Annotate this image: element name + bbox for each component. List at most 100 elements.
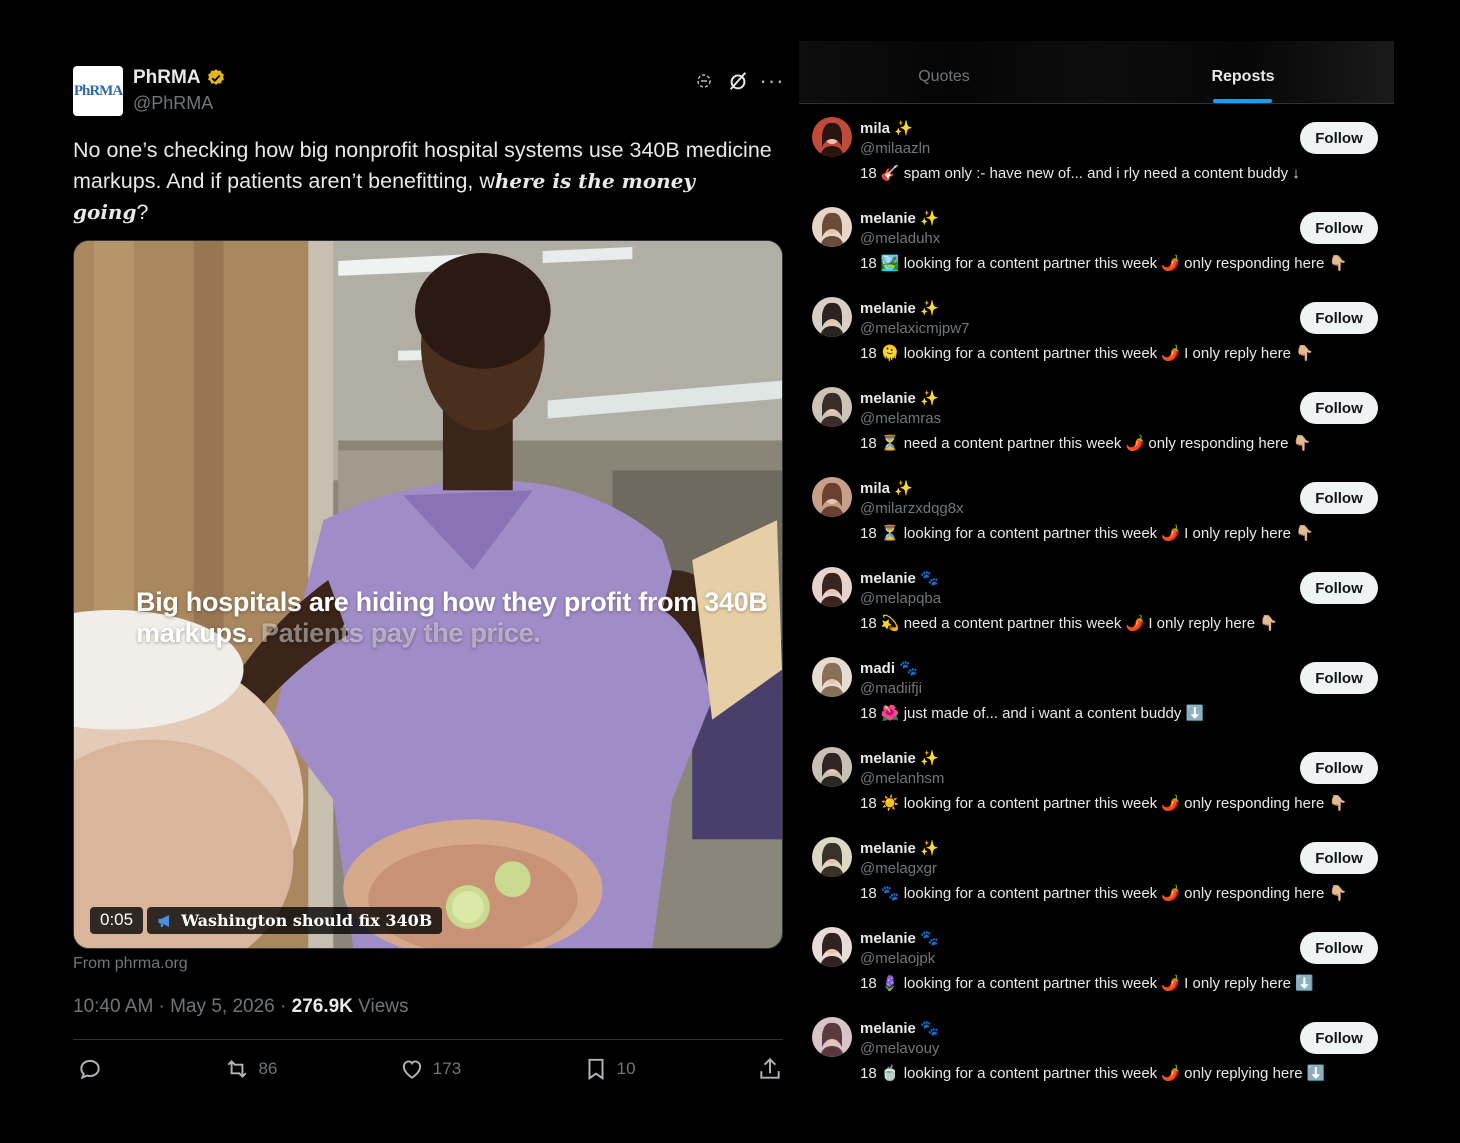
author-name-row[interactable]: PhRMA — [133, 67, 226, 89]
user-display-name[interactable]: melanie ✨ — [860, 839, 939, 857]
tab-reposts[interactable]: Reposts — [1093, 68, 1393, 86]
user-avatar[interactable] — [812, 1017, 852, 1057]
grok-slash-icon[interactable] — [727, 70, 749, 92]
user-avatar[interactable] — [812, 117, 852, 157]
user-handle[interactable]: @milaazln — [860, 140, 930, 157]
user-bio: 18 ☀️ looking for a content partner this… — [860, 795, 1348, 812]
follow-button[interactable]: Follow — [1300, 932, 1378, 964]
user-avatar[interactable] — [812, 927, 852, 967]
views-count: 276.9K — [291, 996, 353, 1017]
tab-quotes[interactable]: Quotes — [794, 68, 1094, 86]
user-row[interactable]: melanie ✨ @melamras 18 ⏳ need a content pa… — [799, 387, 1394, 477]
tweet-text: No one’s checking how big nonprofit hosp… — [73, 135, 773, 228]
user-handle[interactable]: @madiifji — [860, 680, 922, 697]
follow-button[interactable]: Follow — [1300, 482, 1378, 514]
user-avatar[interactable] — [812, 297, 852, 337]
tweet-timestamp[interactable]: 10:40 AM · May 5, 2026 · — [73, 996, 292, 1017]
author-handle[interactable]: @PhRMA — [133, 93, 213, 114]
user-bio: 18 ⏳ looking for a content partner this … — [860, 525, 1314, 542]
user-display-name[interactable]: melanie 🐾 — [860, 929, 939, 947]
follow-button[interactable]: Follow — [1300, 122, 1378, 154]
user-row[interactable]: melanie 🐾 @melapqba 18 💫 need a content pa… — [799, 567, 1394, 657]
user-row[interactable]: mila ✨ @milaazln 18 🎸 spam only :- have ne… — [799, 117, 1394, 207]
user-bio: 18 🏞️ looking for a content partner this… — [860, 255, 1348, 272]
video-timestamp: 0:05 — [90, 907, 144, 934]
follow-button[interactable]: Follow — [1300, 392, 1378, 424]
user-handle[interactable]: @melamras — [860, 410, 941, 427]
repost-icon — [228, 1060, 247, 1078]
author-avatar[interactable]: PhRMA — [73, 66, 123, 116]
user-row[interactable]: melanie ✨ @melagxgr 18 🐾 looking for a con… — [799, 837, 1394, 927]
follow-button[interactable]: Follow — [1300, 662, 1378, 694]
user-avatar[interactable] — [812, 477, 852, 517]
follow-button[interactable]: Follow — [1300, 212, 1378, 244]
user-handle[interactable]: @melavouy — [860, 1040, 939, 1057]
reply-button[interactable] — [77, 1056, 103, 1082]
user-display-name[interactable]: mila ✨ — [860, 479, 913, 497]
follow-button[interactable]: Follow — [1300, 302, 1378, 334]
repost-count: 86 — [258, 1059, 278, 1078]
more-options-icon[interactable]: ··· — [760, 70, 784, 92]
avatar-photo — [812, 1017, 852, 1057]
verified-badge-icon[interactable] — [206, 68, 226, 88]
user-row[interactable]: melanie 🐾 @melavouy 18 🍵 looking for a con… — [799, 1017, 1394, 1107]
bookmark-button[interactable]: 10 — [583, 1056, 636, 1082]
follow-button[interactable]: Follow — [1300, 572, 1378, 604]
avatar-photo — [812, 477, 852, 517]
user-avatar[interactable] — [812, 387, 852, 427]
tweet-header-icons: ··· — [693, 70, 784, 92]
user-row[interactable]: melanie 🐾 @melaojpk 18 🪻 looking for a con… — [799, 927, 1394, 1017]
follow-button[interactable]: Follow — [1300, 752, 1378, 784]
user-handle[interactable]: @milarzxdqg8x — [860, 500, 964, 517]
video-promo-text: Washington should fix 340B — [181, 911, 433, 930]
user-row[interactable]: madi 🐾 @madiifji 18 🌺 just made of... and … — [799, 657, 1394, 747]
user-bio: 18 🌺 just made of... and i want a conten… — [860, 705, 1205, 722]
user-display-name[interactable]: melanie ✨ — [860, 299, 939, 317]
user-avatar[interactable] — [812, 837, 852, 877]
user-bio: 18 🫠 looking for a content partner this … — [860, 345, 1314, 362]
user-avatar[interactable] — [812, 657, 852, 697]
user-row[interactable]: melanie ✨ @meladuhx 18 🏞️ looking for a co… — [799, 207, 1394, 297]
user-display-name[interactable]: mila ✨ — [860, 119, 913, 137]
reposts-panel: Quotes Reposts mila ✨ @milaazln 18 🎸 spam … — [799, 41, 1394, 1101]
like-count: 173 — [432, 1059, 462, 1078]
video-controls: 0:05 Washington should fix 340B — [90, 907, 443, 934]
user-display-name[interactable]: madi 🐾 — [860, 659, 918, 677]
author-display-name[interactable]: PhRMA — [133, 67, 201, 89]
user-display-name[interactable]: melanie ✨ — [860, 749, 939, 767]
tweet-text-end: ? — [136, 200, 149, 224]
user-handle[interactable]: @melanhsm — [860, 770, 944, 787]
user-display-name[interactable]: melanie ✨ — [860, 389, 939, 407]
user-display-name[interactable]: melanie 🐾 — [860, 1019, 939, 1037]
user-row[interactable]: melanie ✨ @melanhsm 18 ☀️ looking for a co… — [799, 747, 1394, 837]
tweet-meta: 10:40 AM · May 5, 2026 · 276.9K Views — [73, 996, 409, 1018]
share-button[interactable] — [757, 1056, 783, 1082]
link-source[interactable]: From phrma.org — [73, 955, 188, 973]
like-button[interactable]: 173 — [399, 1056, 461, 1082]
user-handle[interactable]: @melaojpk — [860, 950, 935, 967]
user-display-name[interactable]: melanie 🐾 — [860, 569, 939, 587]
user-avatar[interactable] — [812, 207, 852, 247]
follow-button[interactable]: Follow — [1300, 1022, 1378, 1054]
video-promo-label[interactable]: Washington should fix 340B — [147, 907, 443, 934]
user-bio: 18 🎸 spam only :- have new of... and i r… — [860, 165, 1300, 182]
user-handle[interactable]: @meladuhx — [860, 230, 940, 247]
user-avatar[interactable] — [812, 567, 852, 607]
tweet-video[interactable]: Big hospitals are hiding how they profit… — [73, 240, 783, 949]
user-avatar[interactable] — [812, 747, 852, 787]
bookmark-icon — [588, 1058, 604, 1081]
avatar-photo — [812, 207, 852, 247]
user-bio: 18 ⏳ need a content partner this week 🌶️… — [860, 435, 1312, 452]
repost-button[interactable]: 86 — [224, 1056, 277, 1082]
follow-button[interactable]: Follow — [1300, 842, 1378, 874]
user-handle[interactable]: @melagxgr — [860, 860, 937, 877]
divider — [73, 1039, 783, 1040]
reply-icon — [80, 1059, 100, 1080]
grok-icon[interactable] — [693, 70, 715, 92]
user-row[interactable]: melanie ✨ @melaxicmjpw7 18 🫠 looking for a… — [799, 297, 1394, 387]
user-handle[interactable]: @melapqba — [860, 590, 941, 607]
user-display-name[interactable]: melanie ✨ — [860, 209, 939, 227]
user-row[interactable]: mila ✨ @milarzxdqg8x 18 ⏳ looking for a co… — [799, 477, 1394, 567]
user-handle[interactable]: @melaxicmjpw7 — [860, 320, 969, 337]
avatar-photo — [812, 567, 852, 607]
